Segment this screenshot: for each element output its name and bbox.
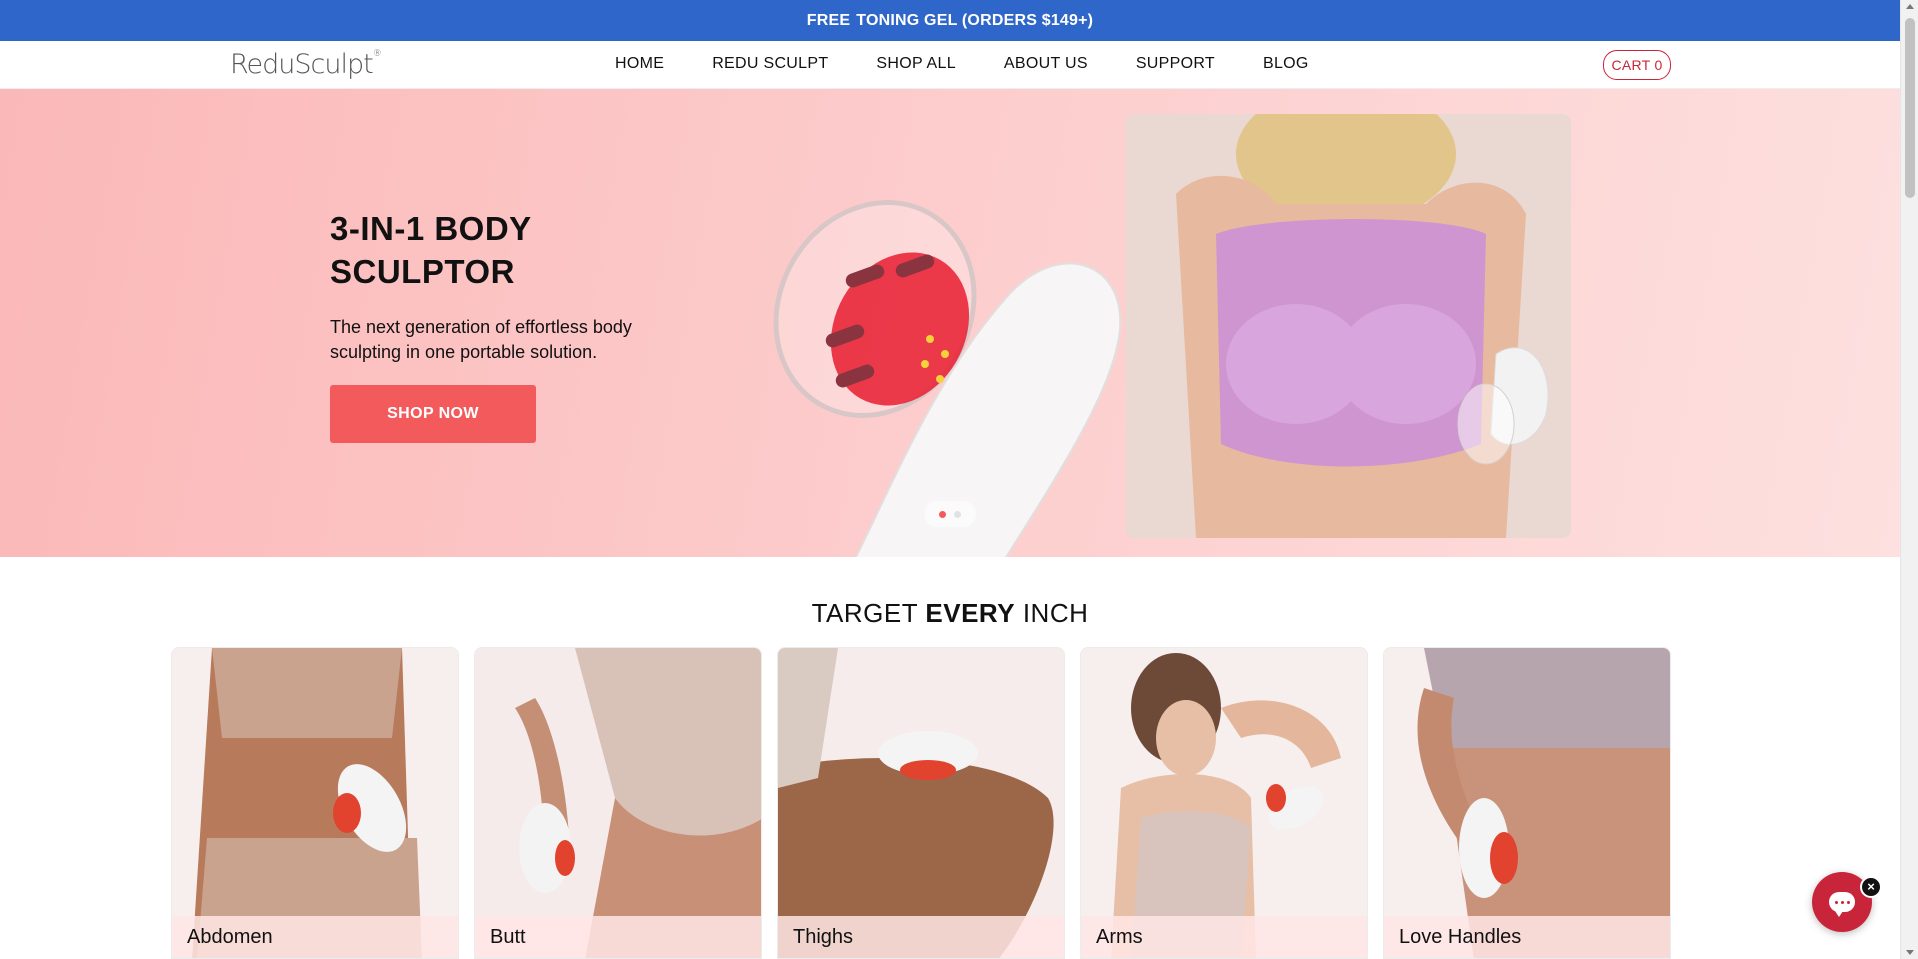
card-label: Love Handles (1384, 916, 1670, 958)
hero-banner: 3-IN-1 BODY SCULPTOR The next generation… (0, 89, 1900, 557)
thighs-image (778, 648, 1064, 958)
announcement-bar: FREE TONING GEL (ORDERS $149+) (0, 0, 1900, 41)
model-illustration (1126, 114, 1571, 538)
slider-pagination (924, 501, 976, 527)
butt-image (475, 648, 761, 958)
card-love-handles[interactable]: Love Handles (1383, 647, 1671, 959)
card-label: Thighs (778, 916, 1064, 958)
nav-home[interactable]: HOME (615, 55, 664, 73)
section-title: TARGET EVERY INCH (0, 598, 1900, 629)
shop-now-button[interactable]: SHOP NOW (330, 385, 536, 443)
main-nav: HOME REDU SCULPT SHOP ALL ABOUT US SUPPO… (615, 55, 1357, 73)
nav-shop-all[interactable]: SHOP ALL (876, 55, 956, 73)
section-title-pre: TARGET (811, 598, 918, 628)
card-thighs[interactable]: Thighs (777, 647, 1065, 959)
site-logo[interactable]: ReduSculpt® (230, 49, 382, 80)
card-abdomen[interactable]: Abdomen (171, 647, 459, 959)
nav-redu-sculpt[interactable]: REDU SCULPT (712, 55, 828, 73)
slider-dot-1[interactable] (939, 510, 946, 518)
section-title-bold: EVERY (925, 598, 1016, 628)
hero-title-line2: SCULPTOR (330, 253, 515, 290)
close-icon[interactable]: × (1860, 876, 1882, 898)
hero-subtitle: The next generation of effortless body s… (330, 317, 632, 362)
section-title-post: INCH (1022, 598, 1089, 628)
nav-blog[interactable]: BLOG (1263, 55, 1309, 73)
chat-icon (1829, 892, 1855, 917)
target-area-cards: Abdomen Butt Thighs Arms Love Handles (171, 647, 1671, 959)
logo-text: ReduSculpt (230, 49, 374, 80)
scroll-down-arrow-icon[interactable] (1906, 950, 1914, 955)
nav-support[interactable]: SUPPORT (1136, 55, 1215, 73)
hero-title: 3-IN-1 BODY SCULPTOR (330, 207, 532, 293)
scroll-up-arrow-icon[interactable] (1906, 4, 1914, 9)
site-header: ReduSculpt® HOME REDU SCULPT SHOP ALL AB… (0, 41, 1900, 89)
love-handles-image (1384, 648, 1670, 958)
card-butt[interactable]: Butt (474, 647, 762, 959)
abdomen-image (172, 648, 458, 958)
cart-button[interactable]: CART 0 (1603, 50, 1671, 80)
scroll-thumb[interactable] (1905, 18, 1915, 198)
arms-image (1081, 648, 1367, 958)
nav-about-us[interactable]: ABOUT US (1004, 55, 1088, 73)
page-scrollbar[interactable] (1900, 0, 1918, 959)
card-label: Arms (1081, 916, 1367, 958)
card-arms[interactable]: Arms (1080, 647, 1368, 959)
card-label: Abdomen (172, 916, 458, 958)
announcement-text: TONING GEL (ORDERS $149+) (856, 11, 1094, 29)
slider-dot-2[interactable] (954, 510, 961, 518)
card-label: Butt (475, 916, 761, 958)
hero-title-line1: 3-IN-1 BODY (330, 210, 532, 247)
announcement-highlight: FREE (806, 11, 851, 29)
hero-lifestyle-photo (1126, 114, 1571, 538)
